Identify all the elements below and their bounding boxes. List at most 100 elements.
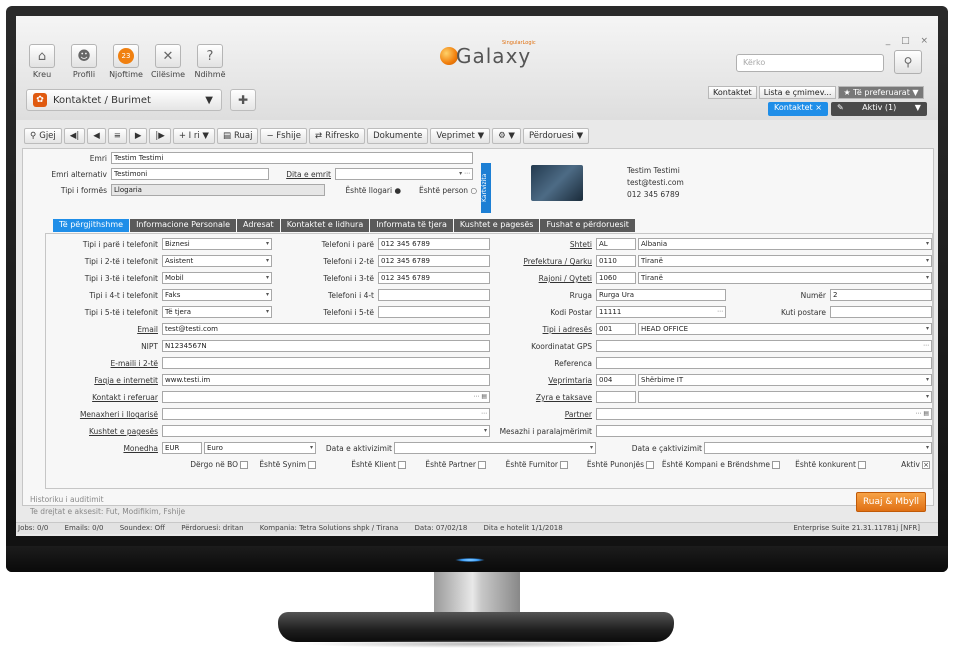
save-button[interactable]: ▤ Ruaj <box>216 128 259 144</box>
chk-client[interactable]: Është Klient <box>336 460 406 469</box>
payment-terms-select[interactable]: ▾ <box>162 425 490 437</box>
save-icon: ▤ <box>222 131 231 141</box>
tax-office-select[interactable]: ▾ <box>638 391 932 403</box>
tab-other-info[interactable]: Informata të tjera <box>370 219 453 232</box>
gear-button[interactable]: ⚙ ▼ <box>492 128 521 144</box>
number-field[interactable]: 2 <box>830 289 932 301</box>
email-field[interactable]: test@testi.com <box>162 323 490 335</box>
deactivation-date-field[interactable]: ▾ <box>704 442 932 454</box>
currency-code[interactable]: EUR <box>162 442 202 454</box>
user-button[interactable]: Përdoruesi ▼ <box>522 128 590 144</box>
chk-employee[interactable]: Është Punonjës <box>576 460 654 469</box>
street-field[interactable]: Rurga Ura <box>596 289 726 301</box>
phone-type-select[interactable]: Faks ▾ <box>162 289 272 301</box>
tab-general[interactable]: Të përgjithshme <box>53 219 130 232</box>
business-card-tab[interactable]: Kartvizita <box>481 163 491 213</box>
new-button[interactable]: + I ri ▼ <box>172 128 215 144</box>
tab-user-fields[interactable]: Fushat e përdoruesit <box>540 219 635 232</box>
window-controls[interactable]: _ □ × <box>886 36 932 46</box>
referred-contact-field[interactable]: ⋯ ▤ <box>162 391 490 403</box>
country-select[interactable]: Albania ▾ <box>638 238 932 250</box>
email2-field[interactable] <box>162 357 490 369</box>
phone-field[interactable] <box>378 289 490 301</box>
name-field[interactable]: Testim Testimi <box>111 152 473 164</box>
country-code[interactable]: AL <box>596 238 636 250</box>
region-code[interactable]: 1060 <box>596 272 636 284</box>
search-input[interactable]: Kërko <box>736 54 884 72</box>
nav-settings[interactable]: ✕ Cilësime <box>150 44 186 79</box>
warning-message-field[interactable] <box>596 425 932 437</box>
puzzle-icon[interactable]: ✚ <box>230 89 256 111</box>
chk-target[interactable]: Është Synim <box>252 460 316 469</box>
actions-button[interactable]: Veprimet ▼ <box>430 128 491 144</box>
last-button[interactable]: |▶ <box>149 128 171 144</box>
card-name: Testim Testimi <box>627 166 680 175</box>
related-tab[interactable]: Lista e çmimev... <box>758 86 837 99</box>
phone-field[interactable]: 012 345 6789 <box>378 272 490 284</box>
nipt-field[interactable]: N1234567N <box>162 340 490 352</box>
tab-payment-terms[interactable]: Kushtet e pagesës <box>453 219 540 232</box>
find-button[interactable]: ⚲ Gjej <box>24 128 62 144</box>
active-dropdown[interactable]: ✎ Aktiv (1) ▼ <box>830 102 927 116</box>
partner-field[interactable]: ⋯ ▤ <box>596 408 932 420</box>
postal-code-field[interactable]: 11111 ⋯ <box>596 306 726 318</box>
activation-date-field[interactable]: ▾ <box>394 442 596 454</box>
phone-type-select[interactable]: Asistent ▾ <box>162 255 272 267</box>
website-field[interactable]: www.testi.im <box>162 374 490 386</box>
currency-select[interactable]: Euro ▾ <box>204 442 316 454</box>
nav-help[interactable]: ? Ndihmë <box>192 44 228 79</box>
delete-button[interactable]: − Fshije <box>260 128 307 144</box>
phone-field[interactable]: 012 345 6789 <box>378 255 490 267</box>
alt-name-field[interactable]: Testimoni <box>111 168 269 180</box>
name-day-field[interactable]: ▾ ⋯ <box>335 168 473 180</box>
region-select[interactable]: Tiranë ▾ <box>638 272 932 284</box>
refresh-icon: ⇄ <box>314 131 323 141</box>
related-tab[interactable]: Kontaktet <box>708 86 757 99</box>
tax-office-code[interactable] <box>596 391 636 403</box>
phone-type-select[interactable]: Të tjera ▾ <box>162 306 272 318</box>
field-label: Rruga <box>569 291 592 300</box>
reference-field[interactable] <box>596 357 932 369</box>
documents-button[interactable]: Dokumente <box>367 128 429 144</box>
audit-history: Historiku i auditimit Te drejtat e akses… <box>30 494 185 518</box>
prefecture-select[interactable]: Tiranë ▾ <box>638 255 932 267</box>
prefecture-code[interactable]: 0110 <box>596 255 636 267</box>
audit-link[interactable]: Historiku i auditimit <box>30 494 185 506</box>
search-icon[interactable]: ⚲ <box>894 50 922 74</box>
chk-send-bo[interactable]: Dërgo në BO <box>178 460 248 469</box>
nav-home[interactable]: ⌂ Kreu <box>24 44 60 79</box>
gps-field[interactable]: ⋯ <box>596 340 932 352</box>
phone-type-select[interactable]: Biznesi ▾ <box>162 238 272 250</box>
address-type-code[interactable]: 001 <box>596 323 636 335</box>
address-type-select[interactable]: HEAD OFFICE ▾ <box>638 323 932 335</box>
nav-profile[interactable]: ☻ Profili <box>66 44 102 79</box>
first-button[interactable]: ◀| <box>63 128 86 144</box>
tab-addresses[interactable]: Adresat <box>237 219 280 232</box>
breadcrumb[interactable]: ✿ Kontaktet / Burimet ▼ <box>26 89 222 111</box>
list-button[interactable]: ≡ <box>107 128 127 144</box>
prev-button[interactable]: ◀ <box>87 128 106 144</box>
activity-code[interactable]: 004 <box>596 374 636 386</box>
phone-type-select[interactable]: Mobil ▾ <box>162 272 272 284</box>
select-value: Të tjera <box>165 308 191 316</box>
activity-select[interactable]: Shërbime IT ▾ <box>638 374 932 386</box>
chk-competitor[interactable]: Është konkurent <box>788 460 866 469</box>
tab-linked-contacts[interactable]: Kontaktet e lidhura <box>280 219 370 232</box>
contact-photo <box>531 165 583 201</box>
open-tab[interactable]: Kontaktet × <box>768 102 828 116</box>
save-close-button[interactable]: Ruaj & Mbyll <box>856 492 926 512</box>
chk-partner[interactable]: Është Partner <box>416 460 486 469</box>
phone-field[interactable]: 012 345 6789 <box>378 238 490 250</box>
next-button[interactable]: ▶ <box>128 128 148 144</box>
po-box-field[interactable] <box>830 306 932 318</box>
favorites-tab[interactable]: ★ Të preferuarat ▼ <box>838 86 924 99</box>
nav-notifications[interactable]: 23 Njoftime <box>108 44 144 79</box>
refresh-button[interactable]: ⇄ Rifresko <box>308 128 366 144</box>
chk-active[interactable]: Aktiv × <box>880 460 930 469</box>
phone-field[interactable] <box>378 306 490 318</box>
account-manager-field[interactable]: ⋯ <box>162 408 490 420</box>
tab-personal[interactable]: Informacione Personale <box>130 219 237 232</box>
is-person[interactable]: Është person ○ <box>409 186 477 195</box>
chk-internal-company[interactable]: Është Kompani e Brëndshme <box>660 460 780 469</box>
chk-supplier[interactable]: Është Furnitor <box>494 460 568 469</box>
